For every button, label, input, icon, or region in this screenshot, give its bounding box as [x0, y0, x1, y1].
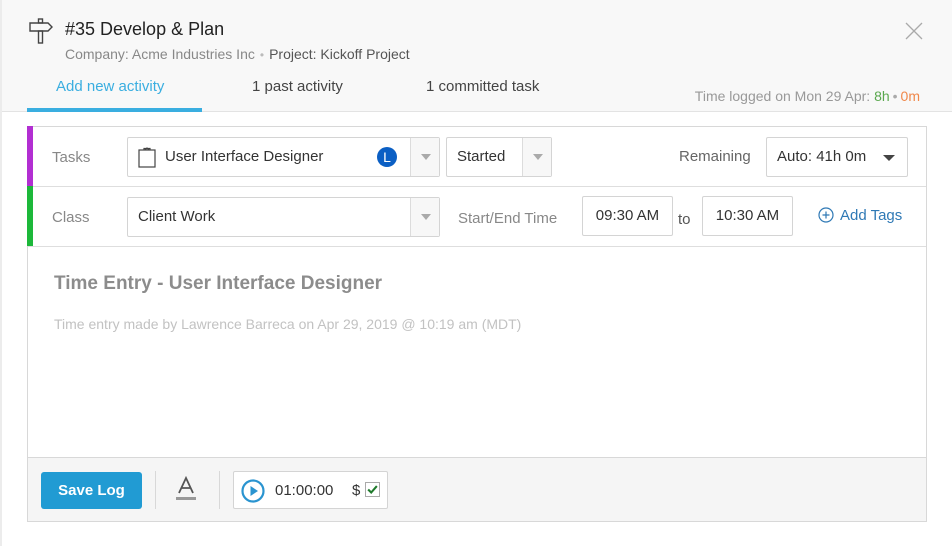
- divider: [155, 471, 156, 509]
- time-logged-hours: 8h: [874, 88, 890, 104]
- breadcrumb: Company: Acme Industries Inc • Project: Ki…: [65, 46, 410, 62]
- entry-meta: Time entry made by Lawrence Barreca on A…: [54, 316, 522, 332]
- class-label: Class: [52, 209, 90, 226]
- modal-header: #35 Develop & Plan Company: Acme Industr…: [2, 0, 952, 112]
- to-label: to: [678, 211, 691, 228]
- class-value: Client Work: [138, 208, 216, 225]
- entry-title[interactable]: Time Entry - User Interface Designer: [54, 273, 382, 295]
- task-value: User Interface Designer: [165, 148, 324, 165]
- plus-circle-icon: [818, 207, 834, 223]
- task-color-stripe: [27, 126, 33, 186]
- time-logged-label: Time logged on Mon 29 Apr:: [694, 88, 871, 104]
- timer-value[interactable]: 01:00:00: [275, 482, 333, 499]
- project-label: Project: Kickoff Project: [269, 46, 410, 62]
- time-logged-minutes: 0m: [900, 88, 920, 104]
- tasks-label: Tasks: [52, 149, 91, 166]
- divider: [219, 471, 220, 509]
- status-value: Started: [457, 148, 506, 165]
- status-dropdown-toggle[interactable]: [522, 138, 551, 176]
- class-row: Class Client Work Start/End Time 09:30 A…: [27, 186, 926, 247]
- chevron-down-icon: [883, 155, 895, 161]
- signpost-icon: [29, 18, 53, 44]
- remaining-value: Auto: 41h 0m: [777, 148, 867, 165]
- activity-form: Tasks User Interface Designer L Started …: [27, 126, 927, 522]
- billable-label: $: [352, 482, 361, 499]
- class-select[interactable]: Client Work: [127, 197, 440, 237]
- tasks-row: Tasks User Interface Designer L Started …: [27, 126, 926, 187]
- close-icon[interactable]: [905, 22, 923, 40]
- time-entry-modal: #35 Develop & Plan Company: Acme Industr…: [0, 0, 952, 546]
- add-tags-button[interactable]: Add Tags: [818, 207, 902, 224]
- class-dropdown-toggle[interactable]: [410, 198, 439, 236]
- billable-checkbox[interactable]: [365, 482, 380, 497]
- active-tab-indicator: [27, 108, 202, 112]
- breadcrumb-separator: •: [259, 48, 265, 62]
- page-title: #35 Develop & Plan: [65, 19, 225, 39]
- end-time-input[interactable]: 10:30 AM: [702, 196, 793, 236]
- tab-committed-task[interactable]: 1 committed task: [426, 78, 539, 95]
- task-dropdown-toggle[interactable]: [410, 138, 439, 176]
- chevron-down-icon: [421, 214, 431, 220]
- company-label: Company: Acme Industries Inc: [65, 46, 255, 62]
- text-format-icon[interactable]: [175, 476, 197, 502]
- save-log-button[interactable]: Save Log: [41, 472, 142, 509]
- remaining-label: Remaining: [679, 148, 751, 165]
- start-time-input[interactable]: 09:30 AM: [582, 196, 673, 236]
- time-logged-summary: Time logged on Mon 29 Apr: 8h • 0m: [695, 88, 920, 104]
- play-icon[interactable]: [241, 479, 265, 503]
- status-select[interactable]: Started: [446, 137, 552, 177]
- task-select[interactable]: User Interface Designer L: [127, 137, 440, 177]
- time-logged-separator: •: [892, 88, 898, 104]
- remaining-select[interactable]: Auto: 41h 0m: [766, 137, 908, 177]
- chevron-down-icon: [533, 154, 543, 160]
- form-footer: Save Log 01:00:00 $: [28, 457, 926, 521]
- tab-past-activity[interactable]: 1 past activity: [252, 78, 343, 95]
- class-color-stripe: [27, 186, 33, 246]
- add-tags-label: Add Tags: [840, 207, 903, 224]
- timer-widget: 01:00:00 $: [233, 471, 388, 509]
- tab-add-new-activity[interactable]: Add new activity: [56, 78, 164, 95]
- clipboard-icon: [138, 147, 156, 168]
- start-end-time-label: Start/End Time: [458, 210, 558, 227]
- chevron-down-icon: [421, 154, 431, 160]
- assignee-badge: L: [377, 147, 397, 167]
